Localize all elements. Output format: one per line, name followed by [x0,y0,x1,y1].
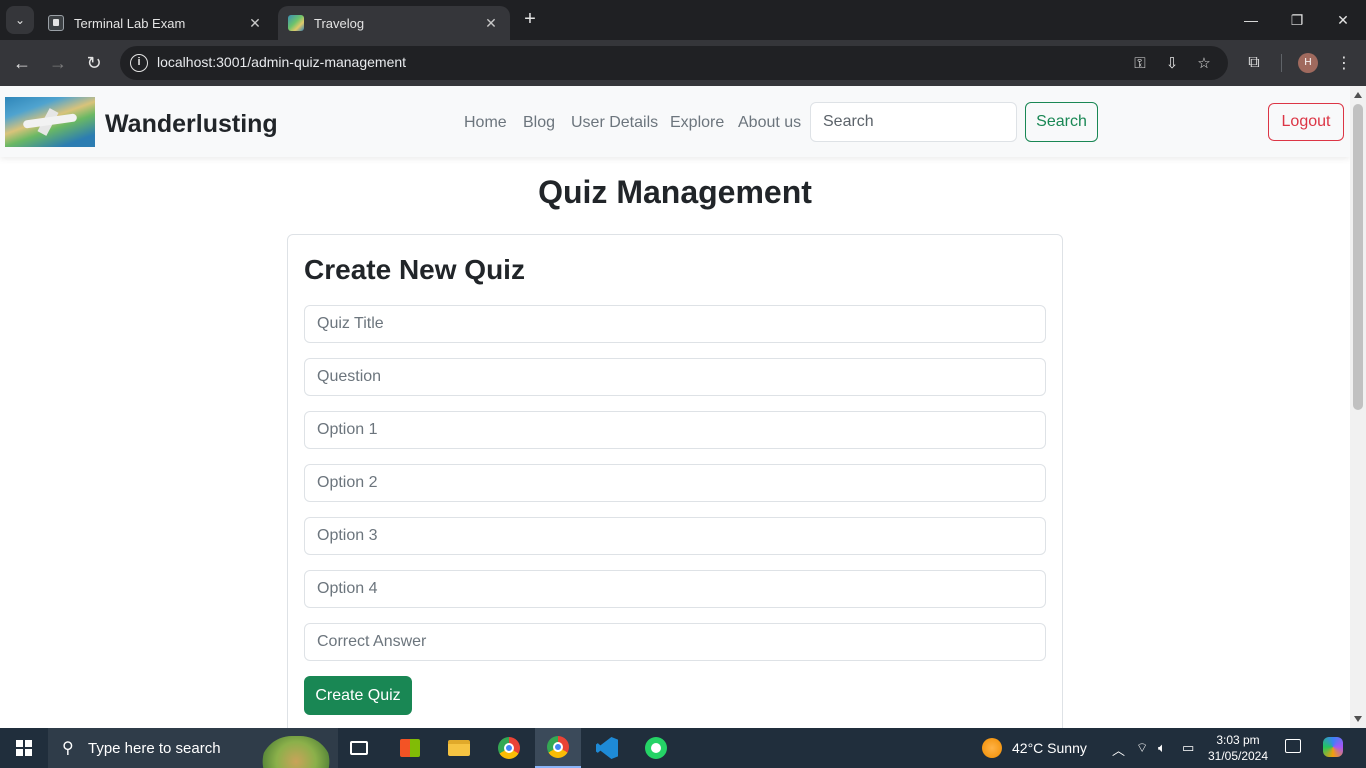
nav-link-about-us[interactable]: About us [738,114,801,132]
tab-terminal-lab-exam[interactable]: Terminal Lab Exam ✕ [38,6,274,40]
notification-icon[interactable] [1285,739,1301,753]
forward-arrow-icon[interactable]: → [44,49,72,77]
card-title: Create New Quiz [304,254,525,285]
tab-title: Travelog [314,15,365,31]
terminal-icon [48,15,64,31]
option-1-input[interactable] [304,411,1046,449]
page-viewport: Wanderlusting Home Blog User Details Exp… [0,86,1350,728]
navbar-search-input[interactable] [810,102,1017,142]
scroll-up-arrow-icon[interactable] [1354,92,1362,98]
nav-link-home[interactable]: Home [464,114,507,132]
page-title: Quiz Management [538,174,812,210]
logout-button[interactable]: Logout [1268,103,1344,141]
clock-time: 3:03 pm [1216,733,1260,747]
correct-answer-input[interactable] [304,623,1046,661]
site-info-icon[interactable]: i [130,54,148,72]
create-quiz-card: Create New Quiz Create Quiz [287,234,1063,728]
option-4-input[interactable] [304,570,1046,608]
map-favicon-icon [288,15,304,31]
folder-icon [448,740,470,756]
battery-icon[interactable]: ▭ [1182,740,1194,756]
close-icon[interactable]: ✕ [482,15,500,32]
address-bar[interactable]: i localhost:3001/admin-quiz-management ⚿… [120,46,1228,80]
quiz-title-input[interactable] [304,305,1046,343]
tab-search-button[interactable]: ⌄ [6,6,34,34]
windows-start-icon[interactable] [16,740,32,756]
back-arrow-icon[interactable]: ← [8,49,36,77]
file-explorer-button[interactable] [436,728,482,768]
brand-logo-image[interactable] [5,97,95,147]
whatsapp-icon [645,737,667,759]
window-close-icon[interactable]: ✕ [1320,0,1366,40]
tab-title: Terminal Lab Exam [74,15,186,31]
windows-taskbar: ⚲ Type here to search 42°C Sunny ︿ ⌔ 🔈︎ … [0,728,1366,768]
option-2-input[interactable] [304,464,1046,502]
taskbar-search-text: Type here to search [88,740,221,757]
vscode-icon [596,737,618,759]
profile-avatar[interactable]: H [1298,53,1318,73]
tray-chevron-up-icon[interactable]: ︿ [1112,740,1125,759]
new-tab-button[interactable]: + [518,8,542,32]
chrome-profile-app-button[interactable] [535,728,581,768]
clock-date: 31/05/2024 [1207,749,1269,763]
volume-icon[interactable]: 🔈︎ [1158,740,1166,756]
weather-text[interactable]: 42°C Sunny [1012,740,1087,756]
bookmark-star-icon[interactable]: ☆ [1194,53,1214,73]
nav-link-explore[interactable]: Explore [670,114,724,132]
browser-toolbar: ← → ↻ i localhost:3001/admin-quiz-manage… [0,40,1366,86]
page-scrollbar[interactable] [1350,86,1366,728]
question-input[interactable] [304,358,1046,396]
site-navbar: Wanderlusting Home Blog User Details Exp… [0,86,1350,157]
password-key-icon[interactable]: ⚿ [1130,53,1150,73]
microsoft-store-button[interactable] [387,728,433,768]
extensions-puzzle-icon[interactable]: ⧉ [1243,52,1265,74]
reload-icon[interactable]: ↻ [80,49,108,77]
weather-sun-icon[interactable] [982,738,1002,758]
nav-link-blog[interactable]: Blog [523,114,555,132]
taskbar-clock[interactable]: 3:03 pm 31/05/2024 [1206,732,1270,764]
navbar-search-button[interactable]: Search [1025,102,1098,142]
nav-link-user-details[interactable]: User Details [571,114,658,132]
restore-icon[interactable]: ❐ [1274,0,1320,40]
vscode-app-button[interactable] [584,728,630,768]
chrome-app-button[interactable] [486,728,532,768]
chrome-icon [498,737,520,759]
taskbar-search-box[interactable]: ⚲ Type here to search [48,728,338,768]
toolbar-divider [1281,54,1282,72]
whatsapp-app-button[interactable] [633,728,679,768]
tab-travelog[interactable]: Travelog ✕ [278,6,510,40]
close-icon[interactable]: ✕ [246,15,264,32]
search-highlight-image [260,736,332,768]
create-quiz-button[interactable]: Create Quiz [304,676,412,715]
browser-tab-strip: ⌄ Terminal Lab Exam ✕ Travelog ✕ + — ❐ ✕ [0,0,1366,40]
task-view-button[interactable] [336,728,382,768]
store-icon [400,739,420,757]
minimize-icon[interactable]: — [1228,0,1274,40]
scroll-down-arrow-icon[interactable] [1354,716,1362,722]
search-icon: ⚲ [62,740,74,757]
scrollbar-thumb[interactable] [1353,104,1363,410]
chrome-icon [547,736,569,758]
task-view-icon [350,741,368,755]
brand-name[interactable]: Wanderlusting [105,110,278,139]
copilot-icon[interactable] [1323,737,1343,757]
url-text[interactable]: localhost:3001/admin-quiz-management [157,54,406,70]
wifi-icon[interactable]: ⌔ [1136,740,1148,756]
menu-kebab-icon[interactable]: ⋮ [1333,52,1355,74]
option-3-input[interactable] [304,517,1046,555]
install-app-icon[interactable]: ⇩ [1162,53,1182,73]
